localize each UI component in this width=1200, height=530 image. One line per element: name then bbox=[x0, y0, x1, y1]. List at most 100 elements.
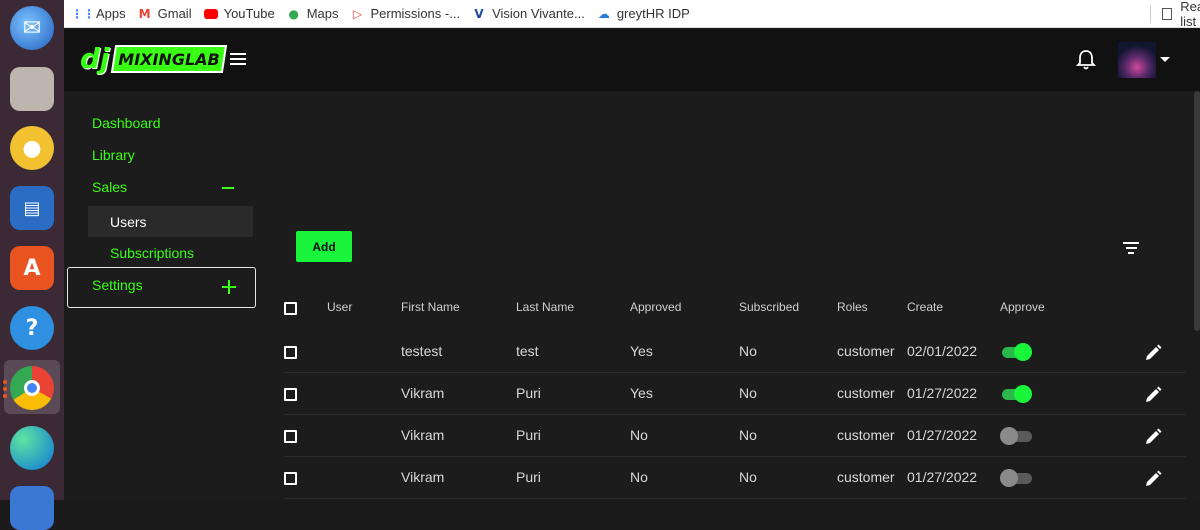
cell-approved: Yes bbox=[630, 385, 653, 401]
table-row[interactable]: testest test Yes No customer 02/01/2022 bbox=[284, 331, 1186, 373]
edit-icon[interactable] bbox=[1144, 386, 1162, 404]
cell-first-name: Vikram bbox=[401, 385, 445, 401]
approve-toggle[interactable] bbox=[1000, 342, 1032, 362]
mixinglab-logo[interactable]: dj MIXINGLAB bbox=[80, 41, 228, 77]
main-content: Add User First Name Last Name Approved S… bbox=[260, 91, 1200, 500]
reading-list-label: Reading list bbox=[1180, 0, 1200, 29]
bookmark-label: greytHR IDP bbox=[616, 6, 690, 21]
bookmark-label: Gmail bbox=[157, 6, 192, 21]
apps-grid-icon: ⋮⋮ bbox=[71, 6, 95, 21]
top-header: dj MIXINGLAB bbox=[64, 29, 1200, 91]
bookmark-permissions[interactable]: ▷ Permissions -... bbox=[350, 6, 460, 21]
user-avatar[interactable] bbox=[1118, 42, 1156, 78]
approve-toggle[interactable] bbox=[1000, 426, 1032, 446]
table-header: User First Name Last Name Approved Subsc… bbox=[260, 291, 1200, 323]
logo-wordmark: MIXINGLAB bbox=[110, 45, 228, 73]
app-window: dj MIXINGLAB Dashboard Library Sales Use… bbox=[64, 29, 1200, 500]
add-button[interactable]: Add bbox=[296, 231, 352, 262]
reading-list-button[interactable]: Reading list bbox=[1162, 0, 1200, 29]
cell-role: customer bbox=[837, 469, 895, 485]
writer-icon[interactable]: ▤ bbox=[10, 186, 54, 230]
sidebar-item-dashboard[interactable]: Dashboard bbox=[92, 115, 161, 131]
sidebar-item-users[interactable]: Users bbox=[88, 206, 253, 237]
cell-role: customer bbox=[837, 343, 895, 359]
sidebar-item-settings[interactable]: Settings bbox=[92, 277, 143, 293]
row-checkbox[interactable] bbox=[284, 388, 297, 401]
cell-subscribed: No bbox=[739, 343, 757, 359]
bookmark-maps[interactable]: ● Maps bbox=[287, 6, 339, 21]
row-checkbox[interactable] bbox=[284, 346, 297, 359]
sidebar-item-sales[interactable]: Sales bbox=[92, 179, 127, 195]
column-first-name[interactable]: First Name bbox=[401, 300, 460, 314]
column-last-name[interactable]: Last Name bbox=[516, 300, 574, 314]
help-icon[interactable]: ? bbox=[10, 306, 54, 350]
bookmark-youtube[interactable]: YouTube bbox=[203, 6, 275, 21]
cell-role: customer bbox=[837, 385, 895, 401]
cell-last-name: test bbox=[516, 343, 539, 359]
column-roles[interactable]: Roles bbox=[837, 300, 868, 314]
bookmark-gmail[interactable]: M Gmail bbox=[138, 6, 192, 21]
cell-created: 01/27/2022 bbox=[907, 427, 978, 443]
approve-toggle[interactable] bbox=[1000, 384, 1032, 404]
column-approved[interactable]: Approved bbox=[630, 300, 681, 314]
cell-subscribed: No bbox=[739, 427, 757, 443]
bookmark-label: Vision Vivante... bbox=[492, 6, 585, 21]
greythr-icon: ☁ bbox=[597, 6, 610, 21]
bookmark-label: Apps bbox=[96, 6, 126, 21]
table-row[interactable]: Vikram Puri No No customer 01/27/2022 bbox=[284, 457, 1186, 499]
dock-partial-icon[interactable] bbox=[10, 486, 54, 530]
table-row[interactable]: Vikram Puri No No customer 01/27/2022 bbox=[284, 415, 1186, 457]
gmail-icon: M bbox=[138, 6, 151, 21]
bookmark-greythr[interactable]: ☁ greytHR IDP bbox=[597, 6, 690, 21]
dock-running-indicator bbox=[3, 394, 7, 398]
bookmark-apps[interactable]: ⋮⋮ Apps bbox=[71, 6, 126, 21]
table-row[interactable]: Vikram Puri Yes No customer 01/27/2022 bbox=[284, 373, 1186, 415]
collapse-icon[interactable] bbox=[222, 187, 234, 189]
expand-icon[interactable] bbox=[222, 280, 236, 294]
chevron-down-icon[interactable] bbox=[1160, 57, 1170, 62]
cell-created: 01/27/2022 bbox=[907, 385, 978, 401]
cell-role: customer bbox=[837, 427, 895, 443]
bookmark-label: Maps bbox=[306, 6, 339, 21]
thunderbird-icon[interactable]: ✉ bbox=[10, 6, 54, 50]
column-approve[interactable]: Approve bbox=[1000, 300, 1045, 314]
row-checkbox[interactable] bbox=[284, 472, 297, 485]
cell-first-name: Vikram bbox=[401, 427, 445, 443]
column-user[interactable]: User bbox=[327, 300, 352, 314]
svg-text:MIXINGLAB: MIXINGLAB bbox=[118, 50, 219, 69]
logo-mark: dj bbox=[80, 42, 110, 75]
cell-last-name: Puri bbox=[516, 469, 541, 485]
bookmarks-bar: ⋮⋮ Apps M Gmail YouTube ● Maps ▷ Permiss… bbox=[64, 0, 1200, 29]
cell-last-name: Puri bbox=[516, 427, 541, 443]
cell-approved: No bbox=[630, 469, 648, 485]
filter-icon[interactable] bbox=[1122, 242, 1140, 256]
select-all-checkbox[interactable] bbox=[284, 302, 297, 315]
edit-icon[interactable] bbox=[1144, 470, 1162, 488]
cell-created: 01/27/2022 bbox=[907, 469, 978, 485]
cell-first-name: testest bbox=[401, 343, 443, 359]
sidebar-item-library[interactable]: Library bbox=[92, 147, 135, 163]
menu-toggle-icon[interactable] bbox=[230, 53, 246, 67]
cell-subscribed: No bbox=[739, 385, 757, 401]
cell-approved: No bbox=[630, 427, 648, 443]
files-icon[interactable] bbox=[10, 67, 54, 111]
page-scrollbar[interactable] bbox=[1194, 91, 1200, 331]
permissions-icon: ▷ bbox=[352, 6, 363, 21]
cell-created: 02/01/2022 bbox=[907, 343, 978, 359]
sidebar-item-subscriptions[interactable]: Subscriptions bbox=[88, 237, 253, 268]
edit-icon[interactable] bbox=[1144, 428, 1162, 446]
column-subscribed[interactable]: Subscribed bbox=[739, 300, 799, 314]
notification-bell-icon[interactable] bbox=[1076, 49, 1096, 71]
rhythmbox-icon[interactable]: ● bbox=[10, 126, 54, 170]
bookmark-vision-vivante[interactable]: V Vision Vivante... bbox=[472, 6, 585, 21]
cell-first-name: Vikram bbox=[401, 469, 445, 485]
column-create[interactable]: Create bbox=[907, 300, 943, 314]
row-checkbox[interactable] bbox=[284, 430, 297, 443]
edge-icon[interactable] bbox=[10, 426, 54, 470]
approve-toggle[interactable] bbox=[1000, 468, 1032, 488]
youtube-icon bbox=[203, 7, 218, 21]
software-center-icon[interactable]: A bbox=[10, 246, 54, 290]
bookmarks-divider bbox=[1150, 5, 1151, 23]
chrome-icon[interactable] bbox=[10, 366, 54, 410]
edit-icon[interactable] bbox=[1144, 344, 1162, 362]
